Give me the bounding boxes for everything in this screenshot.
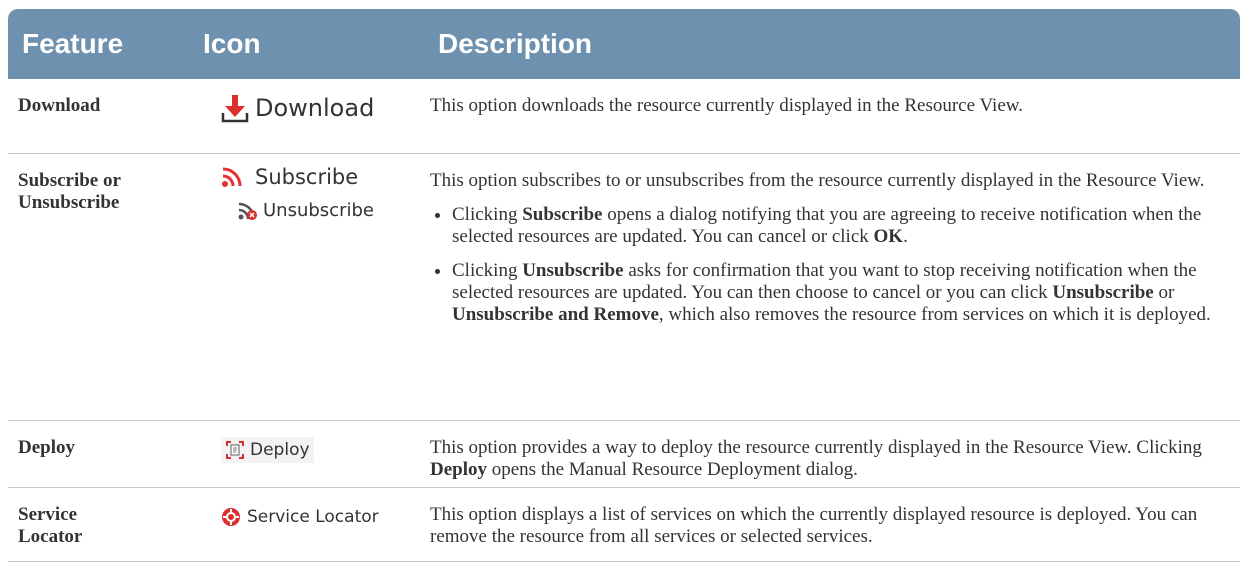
icon-cell: Subscribe Unsubscribe [189, 154, 424, 420]
feature-description: This option downloads the resource curre… [430, 95, 1023, 116]
download-button[interactable]: Download [221, 93, 374, 123]
feature-description: This option subscribes to or unsubscribe… [424, 154, 1240, 420]
deploy-icon [226, 441, 244, 459]
list-item: Clicking Unsubscribe asks for confirmati… [452, 260, 1230, 326]
text: Clicking [452, 260, 523, 281]
table-row: Download Download This option downloads … [8, 79, 1240, 154]
locator-icon [222, 508, 240, 526]
table-header: Feature Icon Description [8, 9, 1240, 79]
header-icon: Icon [203, 28, 261, 59]
bold-text: OK [873, 226, 904, 247]
text: This option provides a way to deploy the… [430, 437, 1202, 458]
bold-text: Unsubscribe [1052, 282, 1154, 303]
icon-cell: Deploy [189, 421, 424, 487]
bold-text: Unsubscribe [522, 260, 624, 281]
table-row: Deploy Deploy This option provides a way… [8, 421, 1240, 488]
text: opens the Manual Resource Deployment dia… [487, 459, 858, 480]
header-feature: Feature [22, 28, 124, 59]
feature-description: This option provides a way to deploy the… [424, 421, 1240, 487]
description-list: Clicking Subscribe opens a dialog notify… [430, 204, 1230, 326]
icon-cell: Download [189, 79, 424, 153]
feature-name-line2: Unsubscribe [18, 192, 120, 213]
unsubscribe-button[interactable]: Unsubscribe [231, 198, 380, 228]
download-label: Download [255, 94, 375, 122]
feature-name-line1: Service [18, 504, 78, 525]
service-locator-button[interactable]: Service Locator [221, 506, 379, 528]
feature-name-line2: Locator [18, 526, 83, 547]
feature-name: Subscribe or Unsubscribe [8, 154, 189, 420]
header-description: Description [438, 28, 593, 59]
bold-text: Deploy [430, 459, 487, 480]
subscribe-label: Subscribe [255, 165, 359, 189]
icon-cell: Service Locator [189, 488, 424, 561]
subscribe-button[interactable]: Subscribe [221, 166, 358, 188]
bold-text: Subscribe [522, 204, 603, 225]
text: Clicking [452, 204, 523, 225]
deploy-label: Deploy [250, 440, 310, 460]
deploy-button[interactable]: Deploy [221, 437, 314, 463]
download-icon [221, 95, 249, 123]
text: . [903, 226, 908, 247]
list-item: Clicking Subscribe opens a dialog notify… [452, 204, 1230, 248]
feature-name-line1: Subscribe or [18, 170, 121, 191]
description-text: This option subscribes to or unsubscribe… [430, 170, 1205, 191]
feature-name: Deploy [18, 437, 75, 458]
rss-icon [222, 167, 242, 187]
feature-name: Service Locator [8, 488, 189, 561]
feature-table: Feature Icon Description Download Downlo… [8, 9, 1240, 562]
text: or [1153, 282, 1175, 303]
table-row: Service Locator Service Locator This opt… [8, 488, 1240, 562]
table-row: Subscribe or Unsubscribe Subscribe Unsub… [8, 154, 1240, 421]
bold-text: Unsubscribe and Remove [452, 304, 659, 325]
text: , which also removes the resource from s… [658, 304, 1211, 325]
unsubscribe-label: Unsubscribe [263, 200, 374, 221]
feature-description: This option displays a list of services … [430, 504, 1198, 547]
locator-label: Service Locator [247, 507, 379, 527]
feature-name: Download [18, 95, 101, 116]
rss-unsubscribe-icon [238, 202, 257, 220]
